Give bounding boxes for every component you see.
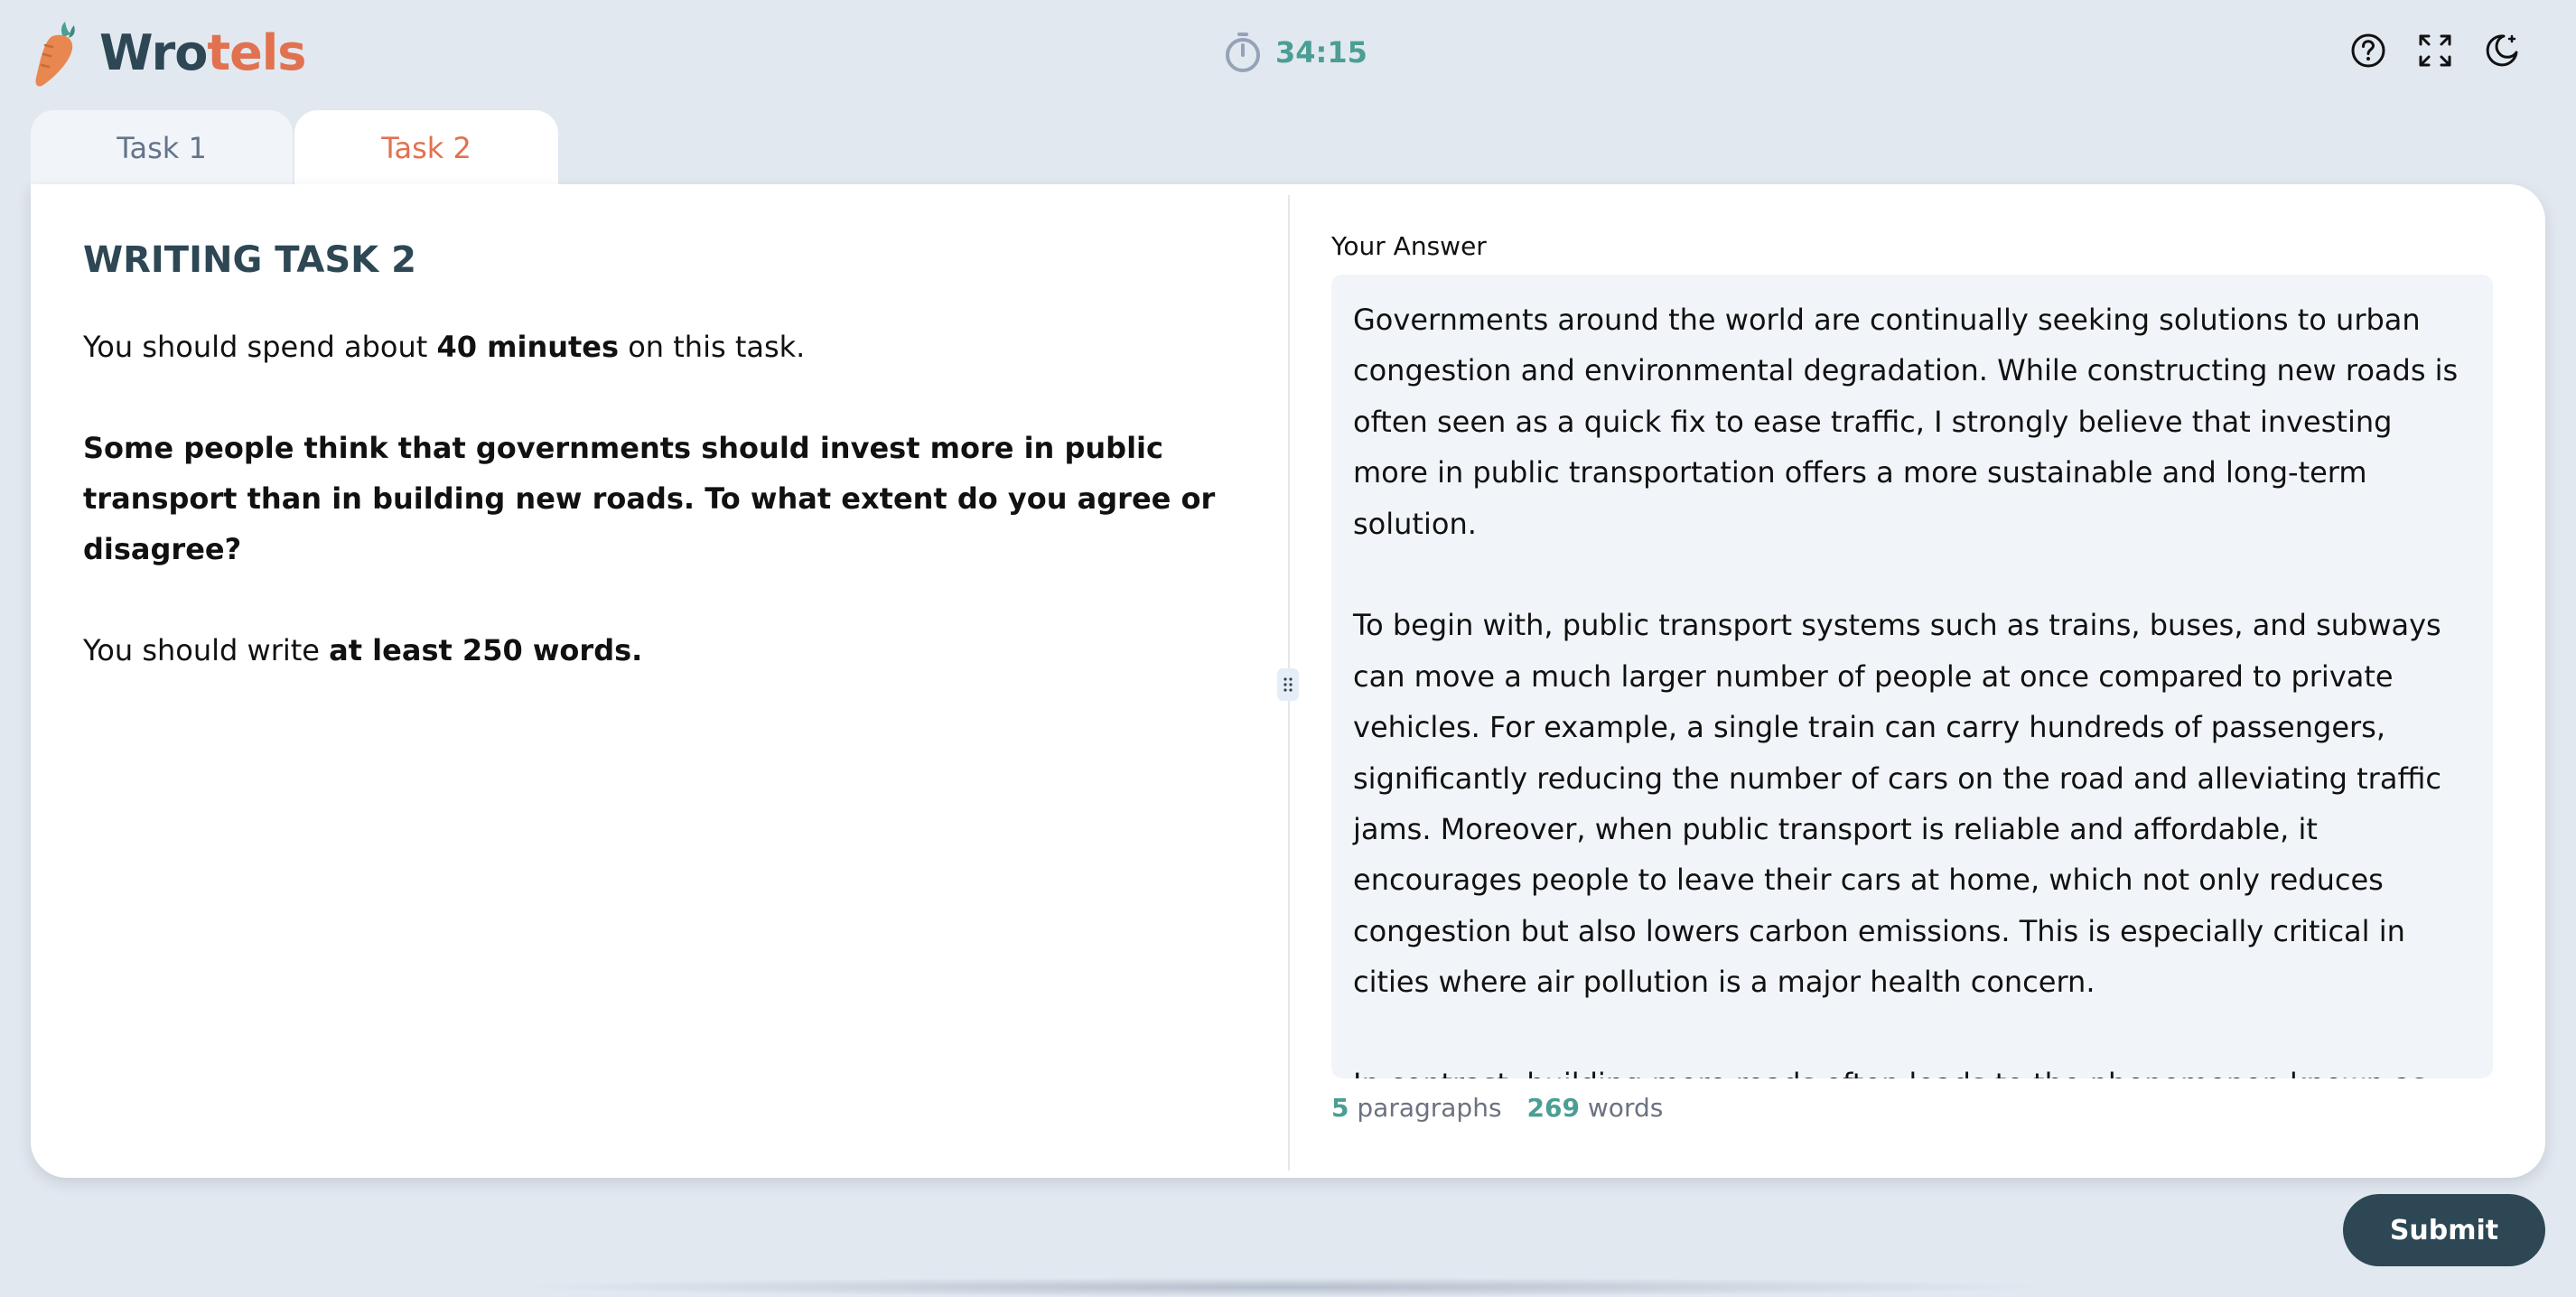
time-instruction-post: on this task. bbox=[619, 330, 806, 364]
word-count-label: words bbox=[1587, 1093, 1664, 1123]
fullscreen-icon[interactable] bbox=[2417, 33, 2453, 69]
question-title: WRITING TASK 2 bbox=[83, 239, 416, 281]
timer: 34:15 bbox=[1223, 29, 1367, 76]
tab-task-2[interactable]: Task 2 bbox=[294, 110, 558, 186]
answer-textarea[interactable]: Governments around the world are continu… bbox=[1331, 275, 2493, 1078]
task-tabs: Task 1 Task 2 bbox=[31, 110, 558, 186]
word-count: 269 words bbox=[1527, 1093, 1664, 1123]
time-instruction-pre: You should spend about bbox=[83, 330, 437, 364]
answer-paragraph: To begin with, public transport systems … bbox=[1353, 608, 2441, 1000]
help-icon[interactable] bbox=[2350, 33, 2386, 69]
paragraph-count-value: 5 bbox=[1331, 1093, 1349, 1123]
stopwatch-icon bbox=[1226, 33, 1260, 72]
tab-task-1[interactable]: Task 1 bbox=[31, 110, 293, 186]
logo-text-accent: tels bbox=[207, 23, 306, 81]
time-instruction: You should spend about 40 minutes on thi… bbox=[83, 322, 1248, 372]
header: Wrotels 34:15 bbox=[0, 0, 2576, 105]
answer-stats: 5 paragraphs 269 words bbox=[1331, 1093, 1663, 1123]
question-panel: WRITING TASK 2 You should spend about 40… bbox=[83, 235, 1248, 676]
resize-handle[interactable] bbox=[1277, 668, 1299, 701]
word-requirement: You should write at least 250 words. bbox=[83, 625, 1248, 676]
answer-label: Your Answer bbox=[1331, 231, 1487, 261]
word-count-value: 269 bbox=[1526, 1093, 1580, 1123]
app: Wrotels 34:15 Task 1 Task 2 WRITING TASK… bbox=[0, 0, 2576, 1297]
timer-text: 34:15 bbox=[1275, 35, 1367, 70]
paragraph-count-label: paragraphs bbox=[1357, 1093, 1502, 1123]
submit-button[interactable]: Submit bbox=[2343, 1194, 2545, 1266]
task-card: WRITING TASK 2 You should spend about 40… bbox=[31, 184, 2545, 1178]
carrot-icon bbox=[35, 22, 75, 87]
word-requirement-pre: You should write bbox=[83, 633, 330, 667]
bottom-shadow bbox=[506, 1277, 2059, 1297]
word-requirement-bold: at least 250 words. bbox=[329, 633, 643, 667]
time-instruction-bold: 40 minutes bbox=[436, 330, 620, 364]
logo-text: Wrotels bbox=[99, 23, 306, 81]
header-toolbar bbox=[2350, 33, 2520, 69]
paragraph-count: 5 paragraphs bbox=[1331, 1093, 1502, 1123]
answer-paragraph: Governments around the world are continu… bbox=[1353, 303, 2459, 541]
grip-icon bbox=[1283, 677, 1293, 692]
logo[interactable]: Wrotels bbox=[33, 18, 306, 87]
logo-text-primary: Wro bbox=[99, 23, 208, 81]
dark-mode-icon[interactable] bbox=[2484, 33, 2520, 69]
question-prompt: Some people think that governments shoul… bbox=[83, 431, 1216, 566]
answer-paragraph: In contrast, building more roads often l… bbox=[1353, 1059, 2471, 1078]
